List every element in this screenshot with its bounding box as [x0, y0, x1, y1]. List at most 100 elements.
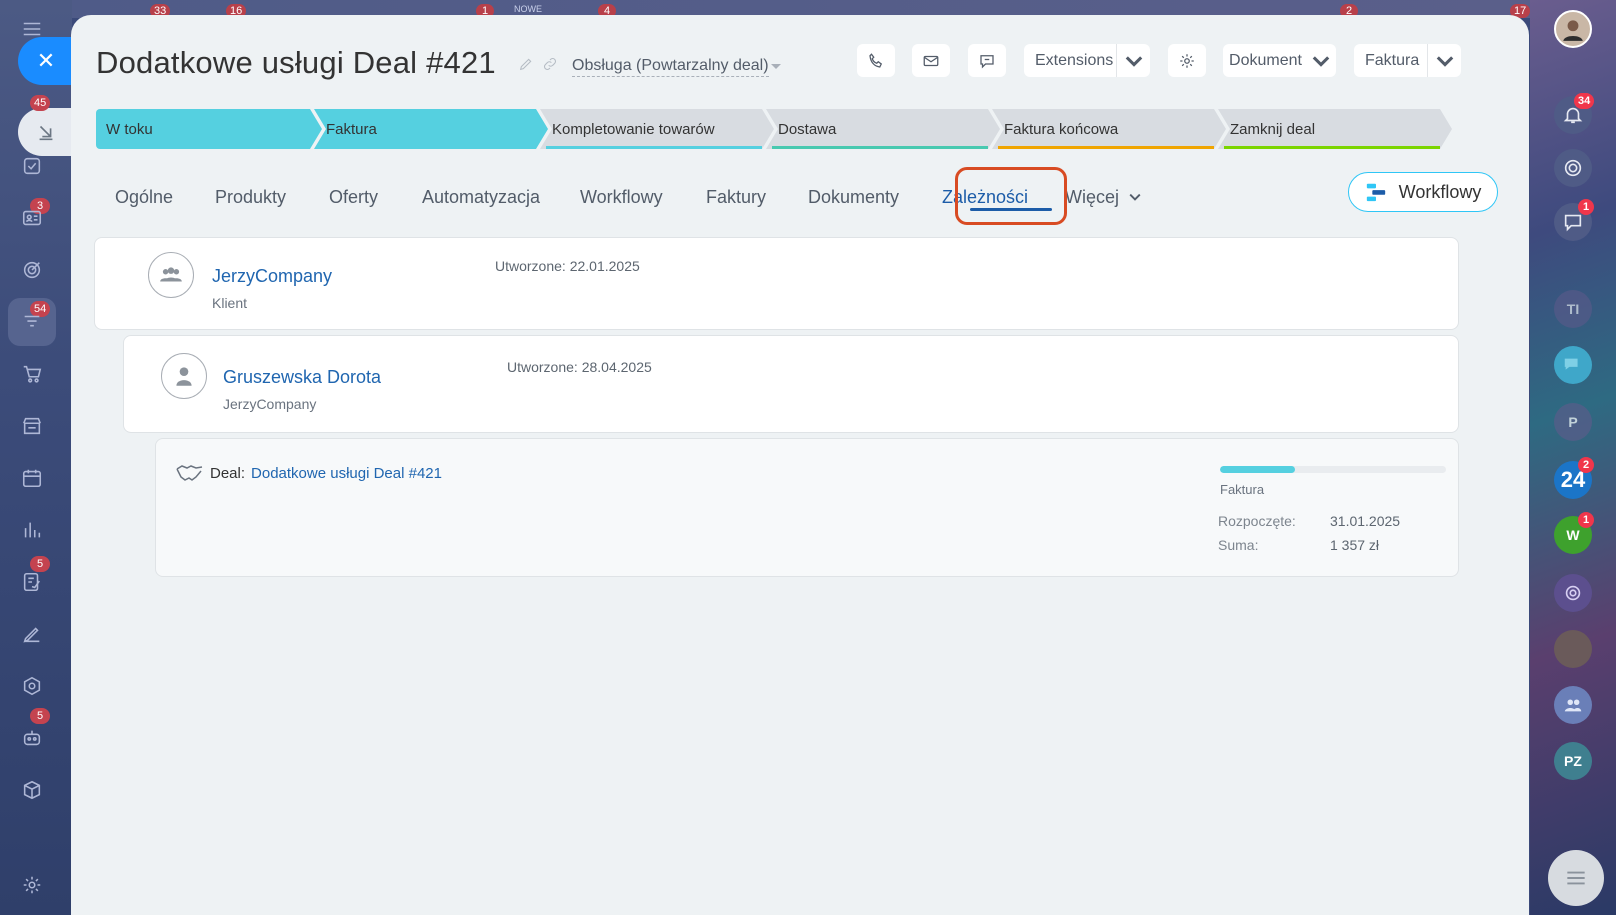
- chat-button[interactable]: [968, 44, 1006, 77]
- tab-faktury[interactable]: Faktury: [706, 175, 766, 219]
- company-icon: [148, 252, 194, 298]
- deal-sum-value: 1 357 zł: [1330, 537, 1380, 553]
- faktura-dropdown[interactable]: Faktura: [1354, 44, 1461, 77]
- calendar-icon[interactable]: [20, 466, 44, 490]
- settings-rail-icon[interactable]: [20, 873, 44, 897]
- deal-link[interactable]: Dodatkowe usługi Deal #421: [251, 465, 442, 482]
- title-actions: [518, 56, 558, 72]
- deal-category-selector[interactable]: Obsługa (Powtarzalny deal): [572, 57, 769, 77]
- tab-dokumenty[interactable]: Dokumenty: [808, 175, 899, 219]
- top-label-new: NOWE: [514, 4, 542, 14]
- collapse-slider-button[interactable]: [18, 108, 74, 156]
- edit-pencil-icon[interactable]: [518, 56, 534, 72]
- recent-chat-photo[interactable]: [1554, 630, 1592, 668]
- deal-started-label: Rozpoczęte:: [1218, 513, 1296, 529]
- contact-company: JerzyCompany: [223, 396, 317, 412]
- tab-oferty[interactable]: Oferty: [329, 175, 378, 219]
- box-icon[interactable]: [20, 778, 44, 802]
- company-created: Utworzone: 22.01.2025: [495, 258, 640, 274]
- deal-line: Deal: Dodatkowe usługi Deal #421: [176, 463, 442, 483]
- stage-faktura[interactable]: Faktura: [314, 109, 548, 149]
- deal-stage: Faktura: [1220, 482, 1265, 497]
- tab-ogolne[interactable]: Ogólne: [115, 175, 173, 219]
- deal-slider-panel: Dodatkowe usługi Deal #421 Obsługa (Powt…: [71, 15, 1529, 915]
- stage-color-bar: [998, 146, 1214, 149]
- email-button[interactable]: [912, 44, 950, 77]
- crm-funnel-icon[interactable]: [20, 310, 44, 334]
- company-role: Klient: [212, 295, 248, 311]
- settings-button[interactable]: [1168, 44, 1206, 77]
- pen-icon[interactable]: [20, 622, 44, 646]
- copy-link-icon[interactable]: [542, 56, 558, 72]
- dokument-label: Dokument: [1229, 51, 1302, 69]
- deal-sum-label: Suma:: [1218, 537, 1259, 553]
- stage-kompletowanie[interactable]: Kompletowanie towarów: [540, 109, 774, 149]
- recent-chat-ti[interactable]: TI: [1554, 290, 1592, 328]
- phone-icon: [869, 52, 883, 68]
- company-link[interactable]: JerzyCompany: [212, 266, 332, 287]
- hexagon-icon[interactable]: [20, 674, 44, 698]
- stage-label: Faktura: [326, 120, 377, 138]
- contact-card: Gruszewska Dorota JerzyCompany Utworzone…: [123, 335, 1459, 433]
- category-caret-icon[interactable]: [771, 64, 781, 69]
- gear-icon: [1180, 53, 1194, 68]
- deal-progress-fill: [1220, 466, 1295, 473]
- handshake-icon: [176, 465, 203, 481]
- chevron-down-icon: [1129, 193, 1141, 201]
- contacts-icon[interactable]: [20, 206, 44, 230]
- stage-label: Faktura końcowa: [1004, 120, 1119, 138]
- extensions-label: Extensions: [1035, 51, 1114, 69]
- company-card: JerzyCompany Klient Utworzone: 22.01.202…: [94, 237, 1459, 330]
- stage-w-toku[interactable]: W toku: [96, 109, 322, 149]
- workflowy-button-label: Workflowy: [1398, 181, 1482, 202]
- tab-wiecej[interactable]: Więcej: [1065, 175, 1141, 219]
- deal-prefix: Deal:: [210, 464, 246, 482]
- stage-zamknij-deal[interactable]: Zamknij deal: [1218, 109, 1452, 149]
- stage-color-bar: [1224, 146, 1440, 149]
- sign-document-icon[interactable]: [20, 570, 44, 594]
- recent-chat-copilot-icon[interactable]: [1554, 574, 1592, 612]
- extensions-dropdown[interactable]: Extensions: [1024, 44, 1150, 77]
- recent-chat-pz[interactable]: PZ: [1554, 742, 1592, 780]
- cart-icon[interactable]: [20, 362, 44, 386]
- tab-workflowy[interactable]: Workflowy: [580, 175, 663, 219]
- close-slider-button[interactable]: ✕: [18, 37, 74, 85]
- active-tab-highlight: [955, 167, 1067, 225]
- tab-produkty[interactable]: Produkty: [215, 175, 286, 219]
- messenger-fab[interactable]: [1548, 850, 1604, 906]
- w-badge: 1: [1578, 512, 1594, 528]
- stage-label: Dostawa: [778, 120, 837, 138]
- tasks-badge: 45: [30, 95, 51, 111]
- stage-faktura-koncowa[interactable]: Faktura końcowa: [992, 109, 1226, 149]
- contact-created: Utworzone: 28.04.2025: [507, 359, 652, 375]
- robot-icon[interactable]: [20, 726, 44, 750]
- open-channels-icon[interactable]: [1554, 149, 1592, 187]
- stage-label: Kompletowanie towarów: [552, 120, 715, 138]
- stage-dostawa[interactable]: Dostawa: [766, 109, 1000, 149]
- chat-bubble-icon: [980, 54, 994, 69]
- tasks-icon[interactable]: [20, 154, 44, 178]
- user-avatar[interactable]: [1554, 10, 1592, 48]
- recent-chat-p[interactable]: P: [1554, 403, 1592, 441]
- analytics-icon[interactable]: [20, 518, 44, 542]
- call-button[interactable]: [857, 44, 895, 77]
- stage-color-bar: [546, 146, 762, 149]
- tab-automatyzacja[interactable]: Automatyzacja: [422, 175, 540, 219]
- workflow-icon: [1366, 183, 1385, 202]
- workflowy-button[interactable]: Workflowy: [1348, 172, 1498, 212]
- recent-chat-users-icon[interactable]: [1554, 686, 1592, 724]
- stage-label: Zamknij deal: [1230, 120, 1316, 138]
- chevron-down-icon[interactable]: [1116, 44, 1150, 77]
- deal-started-value: 31.01.2025: [1330, 513, 1401, 529]
- store-icon[interactable]: [20, 414, 44, 438]
- recent-chat-group-icon[interactable]: [1554, 346, 1592, 384]
- chevron-down-icon[interactable]: [1427, 44, 1461, 77]
- deal-card: Deal: Dodatkowe usługi Deal #421 Faktura…: [155, 438, 1459, 577]
- notifications-badge: 34: [1574, 93, 1595, 109]
- dokument-dropdown[interactable]: Dokument: [1223, 44, 1336, 77]
- target-icon[interactable]: [20, 258, 44, 282]
- active-tab-underline: [970, 208, 1052, 211]
- contact-link[interactable]: Gruszewska Dorota: [223, 367, 381, 388]
- deal-progress-bar: [1220, 466, 1446, 473]
- faktura-label: Faktura: [1365, 51, 1420, 69]
